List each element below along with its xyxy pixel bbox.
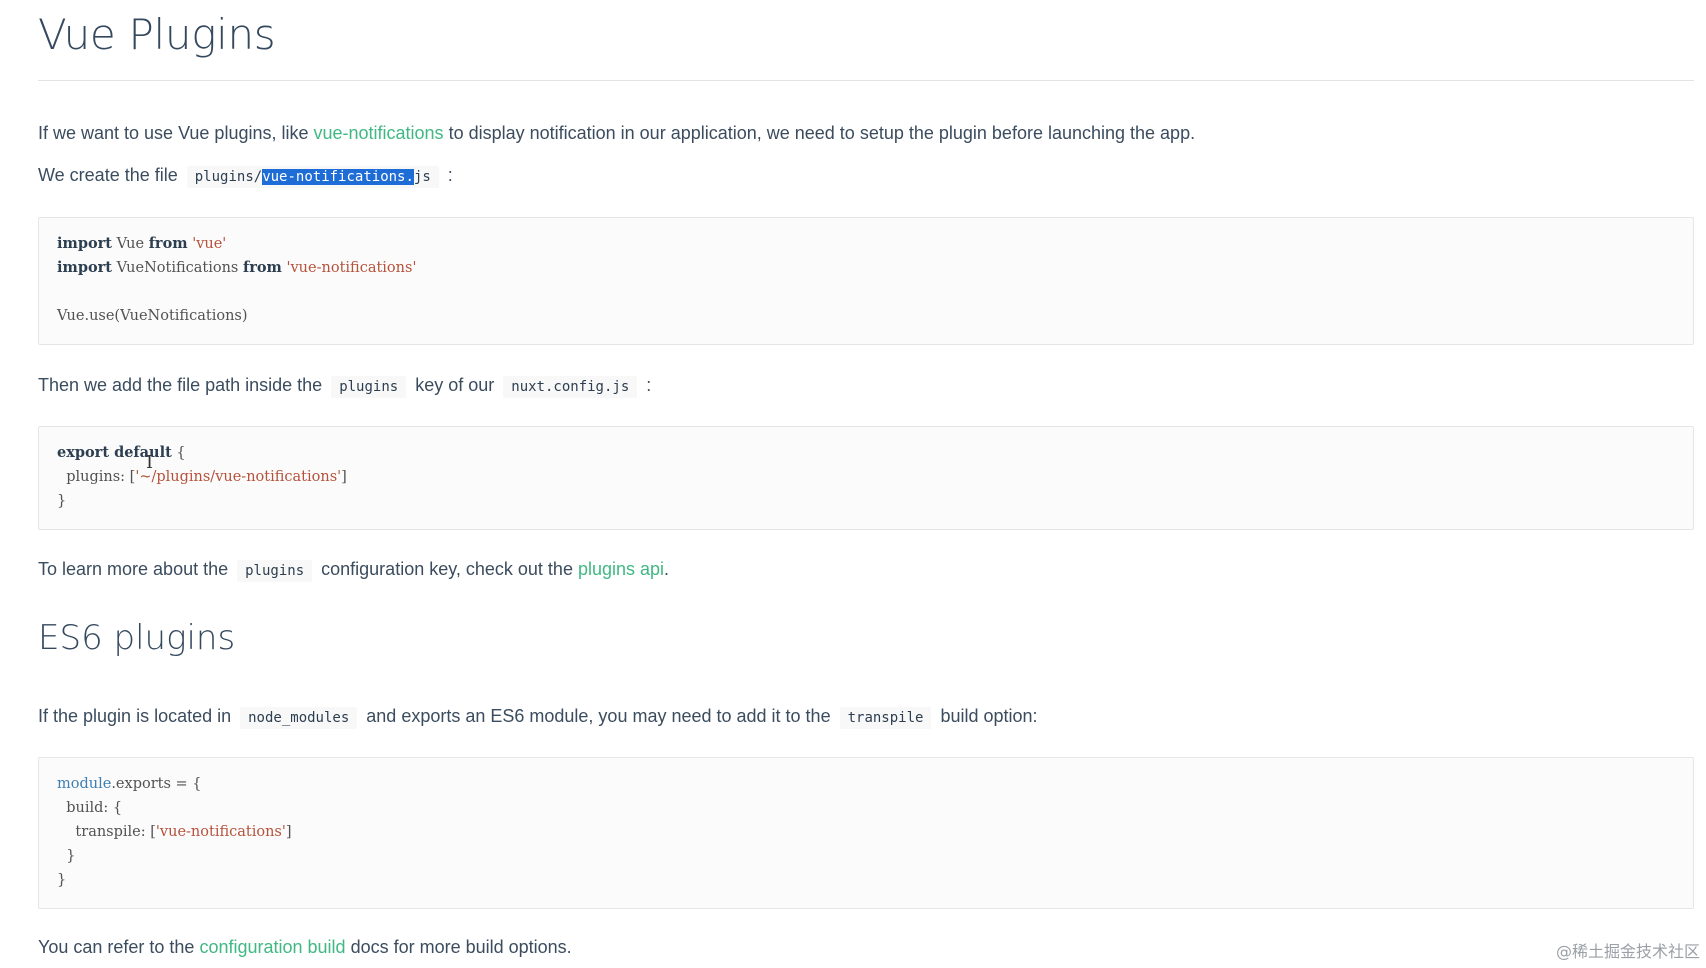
text-cursor-icon: I: [146, 452, 154, 473]
code-block-plugin-file[interactable]: import Vue from 'vue' import VueNotifica…: [38, 217, 1694, 345]
vue-notifications-link[interactable]: vue-notifications: [313, 123, 443, 143]
transpile-code: transpile: [839, 707, 932, 729]
watermark: @稀土掘金技术社区: [1555, 942, 1700, 961]
es6-heading: ES6 plugins: [38, 618, 236, 658]
title-divider: [38, 80, 1694, 81]
configuration-build-link[interactable]: configuration build: [199, 937, 345, 957]
page-title: Vue Plugins: [38, 10, 276, 59]
file-path-code[interactable]: plugins/vue-notifications.js: [186, 166, 439, 188]
refer-paragraph: You can refer to the configuration build…: [38, 937, 572, 957]
plugins-api-link[interactable]: plugins api: [578, 559, 664, 579]
code-content: export default { plugins: ['~/plugins/vu…: [57, 444, 347, 509]
doc-page: Vue Plugins If we want to use Vue plugin…: [38, 0, 1694, 957]
create-file-paragraph: We create the file plugins/vue-notificat…: [38, 162, 453, 190]
learn-more-paragraph: To learn more about the plugins configur…: [38, 556, 669, 584]
selected-text[interactable]: vue-notifications.: [262, 169, 414, 185]
plugins-code: plugins: [331, 376, 407, 398]
node-modules-code: node_modules: [240, 707, 358, 729]
nuxt-config-code: nuxt.config.js: [503, 376, 638, 398]
code-block-transpile[interactable]: module.exports = { build: { transpile: […: [38, 757, 1694, 909]
intro-paragraph: If we want to use Vue plugins, like vue-…: [38, 123, 1196, 143]
plugins-code: plugins: [237, 560, 313, 582]
code-content: import Vue from 'vue' import VueNotifica…: [57, 235, 417, 324]
code-content: module.exports = { build: { transpile: […: [57, 776, 292, 888]
es6-paragraph: If the plugin is located in node_modules…: [38, 703, 1038, 731]
then-add-paragraph: Then we add the file path inside the plu…: [38, 372, 651, 400]
code-block-nuxt-config[interactable]: export default { plugins: ['~/plugins/vu…: [38, 426, 1694, 530]
